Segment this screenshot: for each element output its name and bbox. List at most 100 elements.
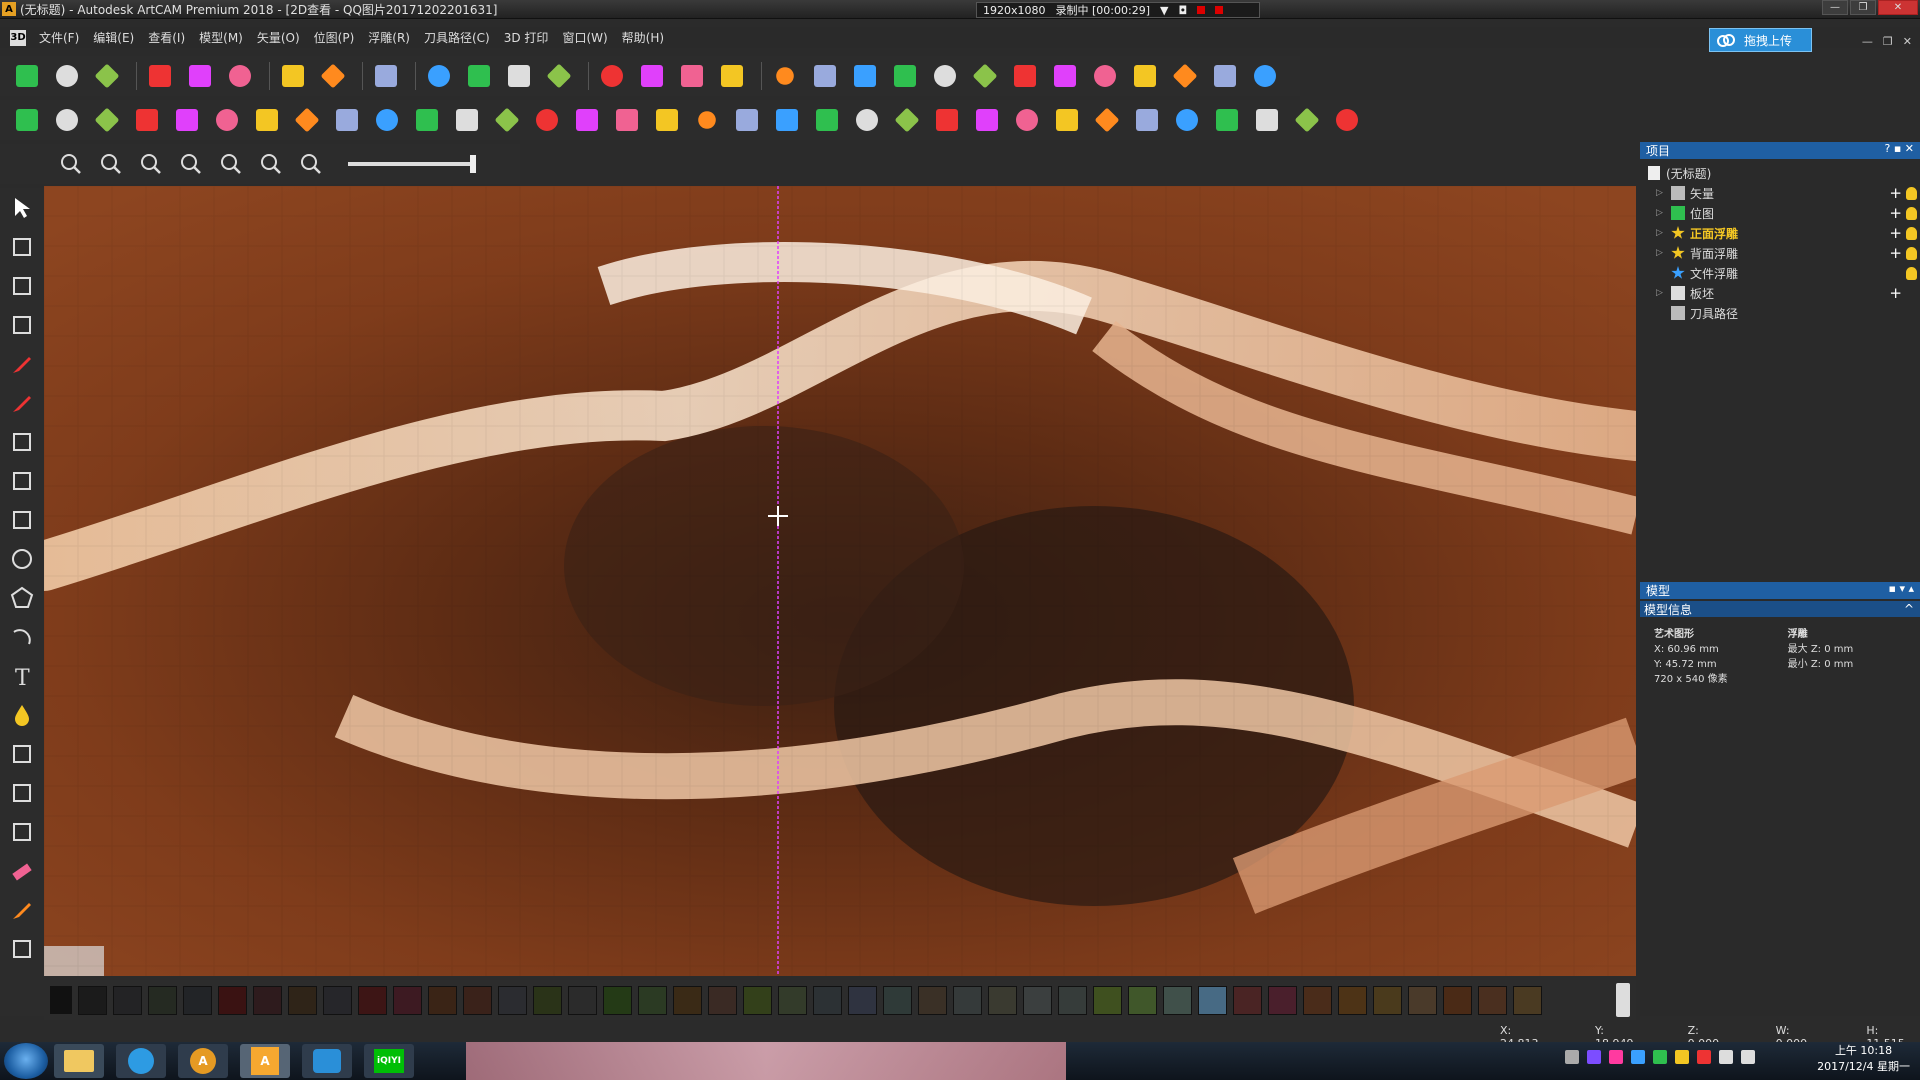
stack-icon[interactable] (1008, 59, 1042, 93)
draw-color-icon[interactable] (635, 59, 669, 93)
artcam-icon[interactable]: A (178, 1044, 228, 1078)
color-swatch[interactable] (1093, 985, 1122, 1015)
bucket-icon[interactable] (1010, 103, 1044, 137)
iqiyi-icon[interactable]: iQIYI (364, 1044, 414, 1078)
color-swatch[interactable] (1373, 985, 1402, 1015)
color-swatch[interactable] (358, 985, 387, 1015)
shape-edit-icon[interactable] (0, 422, 44, 461)
pen-icon[interactable] (0, 344, 44, 383)
mdi-close-icon[interactable]: ✕ (1903, 35, 1912, 48)
expand-icon[interactable]: ▷ (1656, 188, 1666, 198)
expand-icon[interactable]: ▷ (1656, 288, 1666, 298)
app-tray-icon[interactable] (1609, 1050, 1623, 1064)
undo-icon[interactable] (276, 59, 310, 93)
camera-icon[interactable]: ◘ (1178, 4, 1187, 17)
profile-icon[interactable] (1130, 103, 1164, 137)
paste-icon[interactable] (223, 59, 257, 93)
menu-item-10[interactable]: 帮助(H) (615, 29, 671, 46)
grid-icon[interactable] (0, 305, 44, 344)
security-icon[interactable] (1653, 1050, 1667, 1064)
stack-layers-icon[interactable] (930, 103, 964, 137)
brush-orange-icon[interactable] (0, 890, 44, 929)
wave-icon[interactable] (770, 103, 804, 137)
tree-item-5[interactable]: ▷ 板坯 + (1640, 283, 1920, 303)
color-swatch[interactable] (568, 985, 597, 1015)
zoom-fit-icon[interactable] (214, 147, 248, 181)
add-icon[interactable]: + (1889, 204, 1902, 222)
tree-item-3[interactable]: ▷ 背面浮雕 + (1640, 243, 1920, 263)
level-icon[interactable] (610, 103, 644, 137)
expand-icon[interactable]: ▷ (1656, 228, 1666, 238)
bitmap-to-vector-icon[interactable] (542, 59, 576, 93)
model-panel-controls[interactable]: ▪ ▾ ▴ (1889, 582, 1915, 595)
color-swatch[interactable] (498, 985, 527, 1015)
color-swatch[interactable] (708, 985, 737, 1015)
node-edit-icon[interactable] (0, 227, 44, 266)
layer-up-icon[interactable] (530, 103, 564, 137)
recorder-dropdown-icon[interactable]: ▼ (1160, 4, 1168, 17)
zoom-all-icon[interactable] (254, 147, 288, 181)
color-swatch[interactable] (1268, 985, 1297, 1015)
visibility-bulb-icon[interactable] (1906, 266, 1917, 280)
tree-item-1[interactable]: ▷ 位图 + (1640, 203, 1920, 223)
menu-item-3[interactable]: 模型(M) (192, 29, 250, 46)
menu-item-2[interactable]: 查看(I) (141, 29, 192, 46)
collapse-icon[interactable]: ^ (1904, 602, 1914, 616)
new-file-icon[interactable] (10, 59, 44, 93)
add-green-icon[interactable] (970, 103, 1004, 137)
eraser-red-icon[interactable] (130, 103, 164, 137)
qq-browser-icon[interactable] (116, 1044, 166, 1078)
zoom-slider[interactable] (348, 155, 476, 173)
copy-icon[interactable] (183, 59, 217, 93)
tree-root[interactable]: (无标题) (1640, 163, 1920, 183)
level-down-icon[interactable] (650, 103, 684, 137)
drip-icon[interactable] (850, 103, 884, 137)
curve-icon[interactable] (888, 59, 922, 93)
clock[interactable]: 上午 10:18 2017/12/4 星期一 (1817, 1043, 1910, 1075)
angle-icon[interactable] (810, 103, 844, 137)
texture-icon[interactable] (490, 103, 524, 137)
dome-icon[interactable] (968, 59, 1002, 93)
ime-icon[interactable] (1587, 1050, 1601, 1064)
merge-icon[interactable] (715, 59, 749, 93)
artcam-active-icon[interactable]: A (240, 1044, 290, 1078)
path-icon[interactable] (1248, 59, 1282, 93)
volume-icon[interactable] (1741, 1050, 1755, 1064)
relief-layer-icon[interactable] (675, 59, 709, 93)
color-swatch[interactable] (1443, 985, 1472, 1015)
visibility-bulb-icon[interactable] (1906, 226, 1917, 240)
mdi-restore-icon[interactable]: ❐ (1883, 35, 1893, 48)
add-icon[interactable]: + (1889, 244, 1902, 262)
active-color-swatch[interactable] (50, 986, 72, 1014)
text-icon[interactable]: T (0, 656, 44, 695)
drop-icon[interactable] (0, 695, 44, 734)
color-swatch[interactable] (253, 985, 282, 1015)
pin-icon[interactable] (690, 103, 724, 137)
rectangle-icon[interactable] (0, 500, 44, 539)
network-icon[interactable] (1719, 1050, 1733, 1064)
set-size-icon[interactable] (422, 59, 456, 93)
color-swatch[interactable] (1023, 985, 1052, 1015)
weave-icon[interactable] (250, 103, 284, 137)
spark-icon[interactable] (848, 59, 882, 93)
add-icon[interactable]: + (1889, 224, 1902, 242)
color-swatch[interactable] (428, 985, 457, 1015)
color-swatch[interactable] (1058, 985, 1087, 1015)
color-swatch[interactable] (953, 985, 982, 1015)
model-info-header[interactable]: 模型信息 ^ (1640, 601, 1920, 617)
color-swatch[interactable] (988, 985, 1017, 1015)
open-folder-icon[interactable] (50, 59, 84, 93)
paintbrush-icon[interactable] (0, 812, 44, 851)
cloud-upload-icon[interactable] (302, 1044, 352, 1078)
grid-icon[interactable] (1088, 59, 1122, 93)
pointer-icon[interactable] (0, 188, 44, 227)
tree-item-4[interactable]: 文件浮雕 (1640, 263, 1920, 283)
star-folder-icon[interactable] (370, 103, 404, 137)
polyline-icon[interactable] (0, 461, 44, 500)
app-logo-3d[interactable]: 3D (10, 29, 26, 46)
add-icon[interactable]: + (1889, 184, 1902, 202)
pedestal-icon[interactable] (1128, 59, 1162, 93)
tree-item-2[interactable]: ▷ 正面浮雕 + (1640, 223, 1920, 243)
dome-gold-icon[interactable] (330, 103, 364, 137)
panel-controls[interactable]: ? ▪ ✕ (1884, 142, 1914, 155)
